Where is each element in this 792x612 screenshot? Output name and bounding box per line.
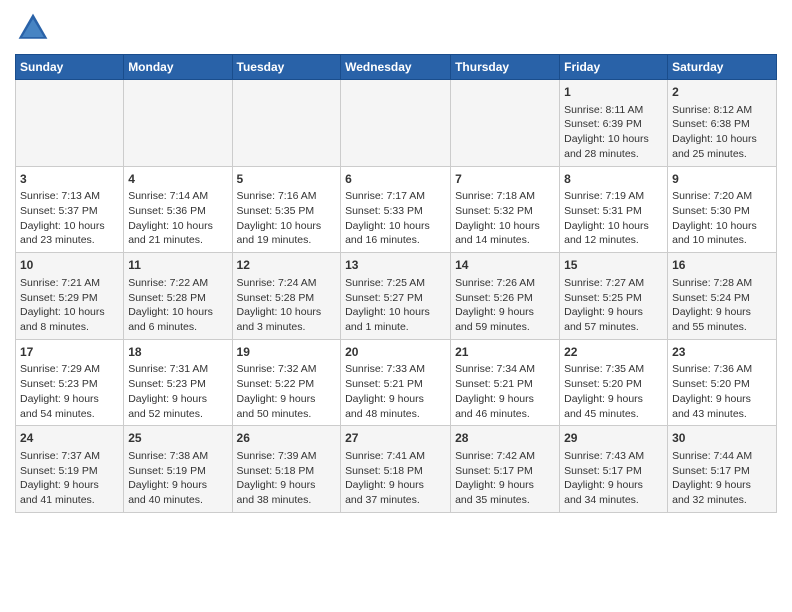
calendar-cell: 12Sunrise: 7:24 AMSunset: 5:28 PMDayligh… bbox=[232, 253, 341, 340]
weekday-header-friday: Friday bbox=[560, 55, 668, 80]
calendar-cell: 3Sunrise: 7:13 AMSunset: 5:37 PMDaylight… bbox=[16, 166, 124, 253]
weekday-header-wednesday: Wednesday bbox=[341, 55, 451, 80]
day-number: 14 bbox=[455, 257, 555, 274]
weekday-header-tuesday: Tuesday bbox=[232, 55, 341, 80]
header bbox=[15, 10, 777, 46]
day-number: 1 bbox=[564, 84, 663, 101]
day-number: 21 bbox=[455, 344, 555, 361]
calendar-cell: 15Sunrise: 7:27 AMSunset: 5:25 PMDayligh… bbox=[560, 253, 668, 340]
calendar-cell: 1Sunrise: 8:11 AMSunset: 6:39 PMDaylight… bbox=[560, 80, 668, 167]
day-number: 17 bbox=[20, 344, 119, 361]
day-number: 9 bbox=[672, 171, 772, 188]
calendar-week-2: 3Sunrise: 7:13 AMSunset: 5:37 PMDaylight… bbox=[16, 166, 777, 253]
weekday-header-sunday: Sunday bbox=[16, 55, 124, 80]
calendar-week-5: 24Sunrise: 7:37 AMSunset: 5:19 PMDayligh… bbox=[16, 426, 777, 513]
calendar-cell: 22Sunrise: 7:35 AMSunset: 5:20 PMDayligh… bbox=[560, 339, 668, 426]
calendar-cell: 24Sunrise: 7:37 AMSunset: 5:19 PMDayligh… bbox=[16, 426, 124, 513]
day-number: 7 bbox=[455, 171, 555, 188]
day-number: 12 bbox=[237, 257, 337, 274]
calendar-cell bbox=[16, 80, 124, 167]
calendar-cell: 18Sunrise: 7:31 AMSunset: 5:23 PMDayligh… bbox=[124, 339, 232, 426]
day-number: 20 bbox=[345, 344, 446, 361]
day-number: 13 bbox=[345, 257, 446, 274]
calendar-cell: 16Sunrise: 7:28 AMSunset: 5:24 PMDayligh… bbox=[668, 253, 777, 340]
day-number: 6 bbox=[345, 171, 446, 188]
weekday-header-thursday: Thursday bbox=[451, 55, 560, 80]
calendar-table: SundayMondayTuesdayWednesdayThursdayFrid… bbox=[15, 54, 777, 513]
calendar-header: SundayMondayTuesdayWednesdayThursdayFrid… bbox=[16, 55, 777, 80]
calendar-cell: 20Sunrise: 7:33 AMSunset: 5:21 PMDayligh… bbox=[341, 339, 451, 426]
day-number: 23 bbox=[672, 344, 772, 361]
calendar-cell: 2Sunrise: 8:12 AMSunset: 6:38 PMDaylight… bbox=[668, 80, 777, 167]
day-number: 27 bbox=[345, 430, 446, 447]
day-number: 5 bbox=[237, 171, 337, 188]
calendar-cell: 7Sunrise: 7:18 AMSunset: 5:32 PMDaylight… bbox=[451, 166, 560, 253]
calendar-cell: 8Sunrise: 7:19 AMSunset: 5:31 PMDaylight… bbox=[560, 166, 668, 253]
calendar-cell: 11Sunrise: 7:22 AMSunset: 5:28 PMDayligh… bbox=[124, 253, 232, 340]
day-number: 8 bbox=[564, 171, 663, 188]
calendar-cell: 26Sunrise: 7:39 AMSunset: 5:18 PMDayligh… bbox=[232, 426, 341, 513]
day-number: 28 bbox=[455, 430, 555, 447]
calendar-cell: 4Sunrise: 7:14 AMSunset: 5:36 PMDaylight… bbox=[124, 166, 232, 253]
page: SundayMondayTuesdayWednesdayThursdayFrid… bbox=[0, 0, 792, 523]
calendar-cell: 28Sunrise: 7:42 AMSunset: 5:17 PMDayligh… bbox=[451, 426, 560, 513]
day-number: 29 bbox=[564, 430, 663, 447]
calendar-cell bbox=[232, 80, 341, 167]
weekday-header-monday: Monday bbox=[124, 55, 232, 80]
calendar-week-1: 1Sunrise: 8:11 AMSunset: 6:39 PMDaylight… bbox=[16, 80, 777, 167]
calendar-week-3: 10Sunrise: 7:21 AMSunset: 5:29 PMDayligh… bbox=[16, 253, 777, 340]
logo-icon bbox=[15, 10, 51, 46]
calendar-cell: 30Sunrise: 7:44 AMSunset: 5:17 PMDayligh… bbox=[668, 426, 777, 513]
calendar-cell: 10Sunrise: 7:21 AMSunset: 5:29 PMDayligh… bbox=[16, 253, 124, 340]
calendar-cell: 14Sunrise: 7:26 AMSunset: 5:26 PMDayligh… bbox=[451, 253, 560, 340]
weekday-header-saturday: Saturday bbox=[668, 55, 777, 80]
calendar-cell: 19Sunrise: 7:32 AMSunset: 5:22 PMDayligh… bbox=[232, 339, 341, 426]
calendar-cell bbox=[341, 80, 451, 167]
day-number: 24 bbox=[20, 430, 119, 447]
calendar-cell: 29Sunrise: 7:43 AMSunset: 5:17 PMDayligh… bbox=[560, 426, 668, 513]
calendar-cell: 5Sunrise: 7:16 AMSunset: 5:35 PMDaylight… bbox=[232, 166, 341, 253]
calendar-cell: 13Sunrise: 7:25 AMSunset: 5:27 PMDayligh… bbox=[341, 253, 451, 340]
day-number: 26 bbox=[237, 430, 337, 447]
day-number: 30 bbox=[672, 430, 772, 447]
day-number: 16 bbox=[672, 257, 772, 274]
day-number: 2 bbox=[672, 84, 772, 101]
calendar-cell: 23Sunrise: 7:36 AMSunset: 5:20 PMDayligh… bbox=[668, 339, 777, 426]
day-number: 22 bbox=[564, 344, 663, 361]
calendar-cell bbox=[451, 80, 560, 167]
day-number: 11 bbox=[128, 257, 227, 274]
day-number: 4 bbox=[128, 171, 227, 188]
logo bbox=[15, 10, 57, 46]
calendar-cell: 27Sunrise: 7:41 AMSunset: 5:18 PMDayligh… bbox=[341, 426, 451, 513]
calendar-cell bbox=[124, 80, 232, 167]
calendar-cell: 9Sunrise: 7:20 AMSunset: 5:30 PMDaylight… bbox=[668, 166, 777, 253]
calendar-cell: 6Sunrise: 7:17 AMSunset: 5:33 PMDaylight… bbox=[341, 166, 451, 253]
day-number: 25 bbox=[128, 430, 227, 447]
day-number: 3 bbox=[20, 171, 119, 188]
day-number: 10 bbox=[20, 257, 119, 274]
calendar-cell: 21Sunrise: 7:34 AMSunset: 5:21 PMDayligh… bbox=[451, 339, 560, 426]
calendar-cell: 17Sunrise: 7:29 AMSunset: 5:23 PMDayligh… bbox=[16, 339, 124, 426]
day-number: 18 bbox=[128, 344, 227, 361]
day-number: 15 bbox=[564, 257, 663, 274]
day-number: 19 bbox=[237, 344, 337, 361]
calendar-week-4: 17Sunrise: 7:29 AMSunset: 5:23 PMDayligh… bbox=[16, 339, 777, 426]
calendar-cell: 25Sunrise: 7:38 AMSunset: 5:19 PMDayligh… bbox=[124, 426, 232, 513]
